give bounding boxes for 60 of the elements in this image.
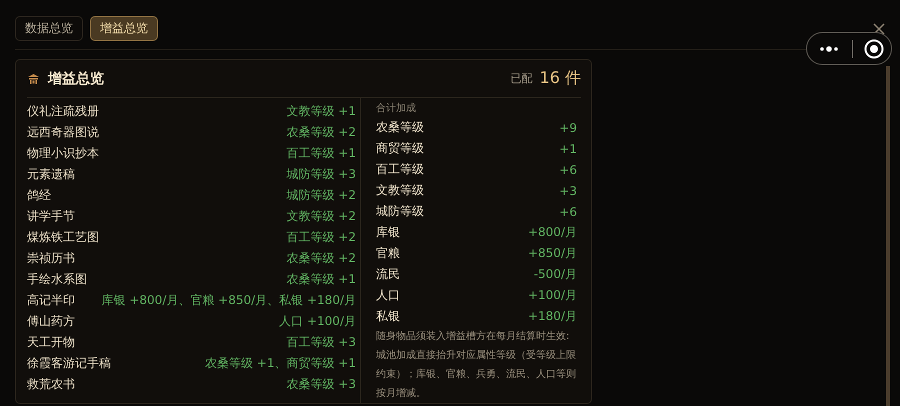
total-name: 农桑等级 (376, 119, 424, 136)
total-value: +100/月 (528, 287, 577, 304)
total-name: 文教等级 (376, 182, 424, 199)
item-effect: 百工等级 +3 (286, 334, 356, 351)
item-effect: 库银 +800/月、官粮 +850/月、私银 +180/月 (102, 292, 356, 309)
total-value: +9 (559, 120, 577, 134)
item-effect: 农桑等级 +3 (286, 376, 356, 393)
item-name: 物理小识抄本 (27, 145, 99, 162)
item-effect: 农桑等级 +1 (286, 271, 356, 288)
target-icon[interactable] (864, 38, 884, 58)
total-name: 官粮 (376, 245, 400, 262)
item-name: 仪礼注疏残册 (27, 103, 99, 120)
total-value: +6 (559, 204, 577, 218)
item-name: 救荒农书 (27, 376, 75, 393)
total-name: 百工等级 (376, 161, 424, 178)
tab[interactable]: 数据总览 (15, 16, 83, 41)
more-icon[interactable] (819, 44, 839, 52)
item-name: 傅山药方 (27, 313, 75, 330)
total-name: 城防等级 (376, 203, 424, 220)
item-name: 元素遗稿 (27, 166, 75, 183)
tab[interactable]: 增益总览 (90, 16, 158, 41)
item-name: 天工开物 (27, 334, 75, 351)
total-value: +6 (559, 162, 577, 176)
equipped-count: 16 件 (540, 68, 581, 89)
total-value: -500/月 (534, 266, 577, 283)
equipped-label: 已配 (510, 71, 533, 86)
item-effect: 农桑等级 +1、商贸等级 +1 (204, 355, 356, 372)
totals-heading: 合计加成 (376, 102, 417, 116)
item-effect: 百工等级 +2 (286, 229, 356, 246)
item-name: 高记半印 (27, 292, 75, 309)
item-effect: 农桑等级 +2 (286, 250, 356, 267)
total-value: +180/月 (528, 308, 577, 325)
item-name: 徐霞客游记手稿 (27, 355, 111, 372)
item-effect: 城防等级 +3 (286, 166, 356, 183)
item-name: 煤炼铁工艺图 (27, 229, 99, 246)
total-value: +1 (559, 142, 577, 156)
item-effect: 百工等级 +1 (286, 145, 356, 162)
pavilion-icon (27, 73, 40, 84)
item-name: 鸽经 (27, 187, 51, 204)
item-name: 崇祯历书 (27, 250, 75, 267)
note-text: 随身物品须装入增益槽方在每月结算时生效:城池加成直接抬升对应属性等级（受等级上限约束）；库银、官粮、兵勇、流民、人口等则按月增减。 (376, 330, 577, 401)
total-name: 人口 (376, 287, 400, 304)
item-effect: 文教等级 +2 (286, 208, 356, 225)
total-value: +850/月 (528, 245, 577, 262)
scrollbar[interactable] (886, 66, 890, 406)
total-value: +800/月 (528, 224, 577, 241)
total-name: 库银 (376, 224, 400, 241)
close-icon[interactable] (872, 22, 886, 36)
total-name: 私银 (376, 308, 400, 325)
item-name: 手绘水系图 (27, 271, 87, 288)
total-name: 流民 (376, 266, 400, 283)
item-name: 远西奇器图说 (27, 124, 99, 141)
total-value: +3 (559, 184, 577, 198)
item-name: 讲学手节 (27, 208, 75, 225)
total-name: 商贸等级 (376, 140, 424, 157)
item-effect: 文教等级 +1 (286, 103, 356, 120)
item-effect: 城防等级 +2 (286, 187, 356, 204)
item-effect: 农桑等级 +2 (286, 124, 356, 141)
panel-title: 增益总览 (48, 70, 105, 88)
item-effect: 人口 +100/月 (279, 313, 356, 330)
